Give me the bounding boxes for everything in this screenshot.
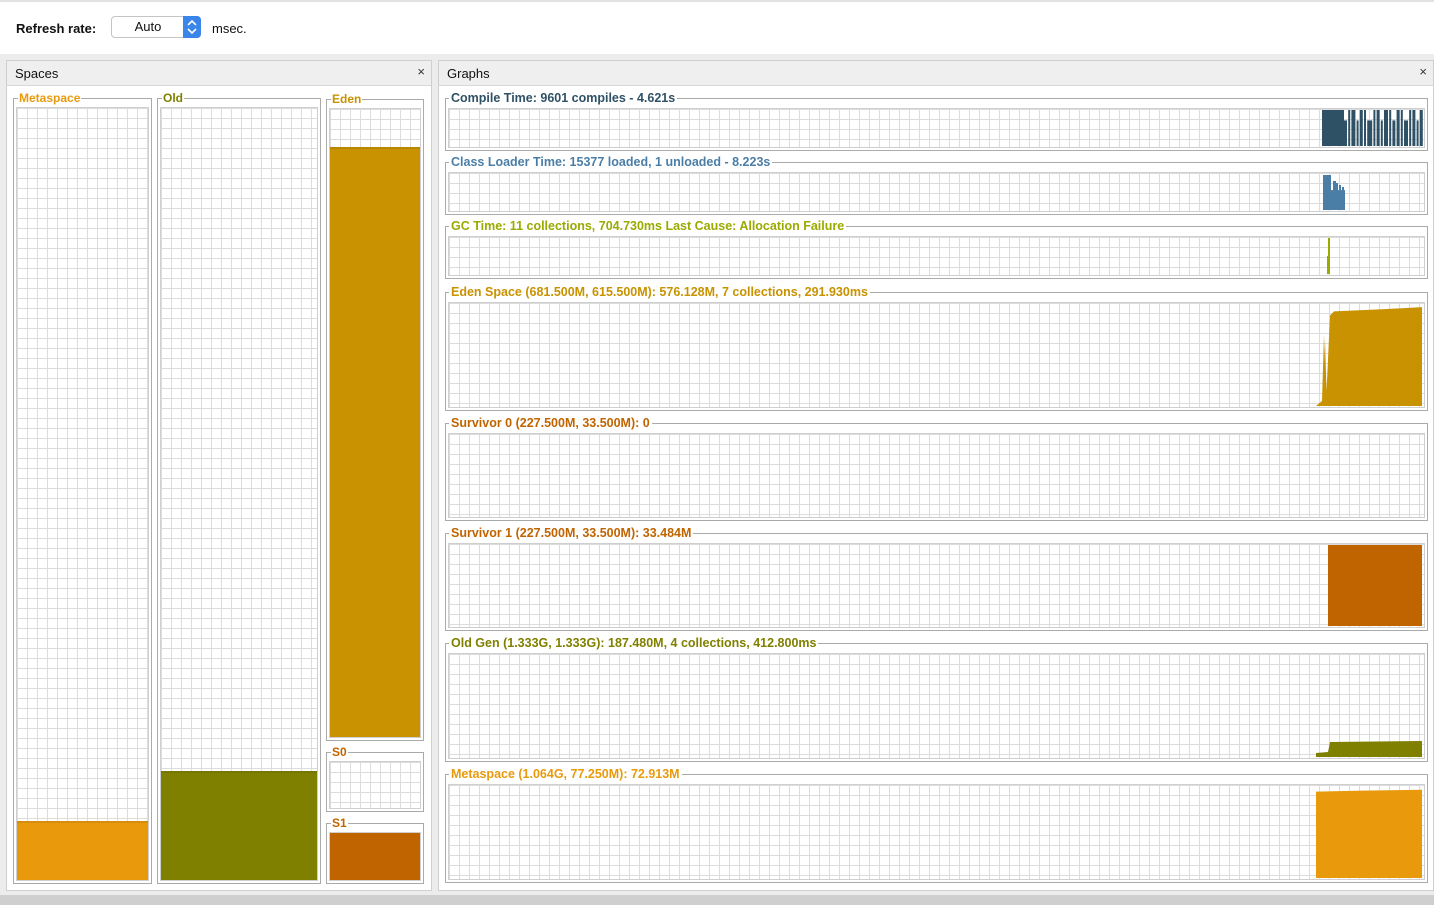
s0-space-box: S0 bbox=[326, 745, 424, 812]
series-bar bbox=[1322, 110, 1344, 146]
old-gen-label: Old Gen (1.333G, 1.333G): 187.480M, 4 co… bbox=[449, 636, 819, 650]
series-bar bbox=[1323, 190, 1345, 210]
s1-space-grid bbox=[329, 832, 421, 881]
compile-time-series bbox=[1322, 110, 1423, 146]
class-loader-time-graph: Class Loader Time: 15377 loaded, 1 unloa… bbox=[445, 155, 1428, 215]
series-bar bbox=[1419, 110, 1423, 146]
eden-space-grid bbox=[329, 108, 421, 738]
gc-time-series bbox=[1327, 238, 1330, 274]
series-bar bbox=[1356, 120, 1359, 146]
series-bar bbox=[1404, 120, 1408, 146]
eden-space-series bbox=[1316, 307, 1422, 406]
series-bar bbox=[1412, 110, 1416, 146]
status-bar bbox=[0, 895, 1434, 905]
graphs-tab-title: Graphs bbox=[447, 66, 490, 81]
eden-space-plot bbox=[448, 302, 1425, 408]
msec-unit-label: msec. bbox=[212, 21, 247, 36]
series-bar bbox=[1400, 110, 1403, 146]
survivor-1-label: Survivor 1 (227.500M, 33.500M): 33.484M bbox=[449, 526, 694, 540]
series-bar bbox=[1373, 110, 1376, 146]
refresh-rate-select[interactable]: Auto bbox=[111, 16, 201, 38]
series-bar bbox=[1359, 110, 1363, 146]
toolbar: Refresh rate: Auto msec. bbox=[0, 0, 1434, 54]
graphs-tab[interactable]: Graphs × bbox=[439, 61, 1433, 86]
old-gen-series bbox=[1316, 741, 1422, 757]
eden-space-graph-label: Eden Space (681.500M, 615.500M): 576.128… bbox=[449, 285, 870, 299]
survivor-1-plot bbox=[448, 543, 1425, 628]
s1-space-fill bbox=[330, 833, 420, 880]
survivor-1-graph: Survivor 1 (227.500M, 33.500M): 33.484M bbox=[445, 526, 1428, 631]
series-bar bbox=[1344, 120, 1347, 146]
refresh-rate-label: Refresh rate: bbox=[16, 21, 97, 36]
series-area bbox=[1316, 307, 1422, 406]
gc-time-graph: GC Time: 11 collections, 704.730ms Last … bbox=[445, 219, 1428, 279]
select-stepper-icon[interactable] bbox=[183, 16, 201, 38]
metaspace-space-box: Metaspace bbox=[13, 91, 152, 884]
survivor-1-series bbox=[1328, 545, 1422, 626]
series-area bbox=[1316, 789, 1422, 878]
series-bar bbox=[1327, 256, 1330, 274]
series-bar bbox=[1396, 110, 1400, 146]
metaspace-graph: Metaspace (1.064G, 77.250M): 72.913M bbox=[445, 767, 1428, 883]
spaces-tab-title: Spaces bbox=[15, 66, 59, 81]
series-bar bbox=[1416, 120, 1419, 146]
series-bar bbox=[1392, 120, 1396, 146]
series-bar bbox=[1364, 110, 1366, 146]
survivor-0-plot bbox=[448, 433, 1425, 518]
refresh-rate-value: Auto bbox=[134, 19, 162, 34]
compile-time-label: Compile Time: 9601 compiles - 4.621s bbox=[449, 91, 678, 105]
series-bar bbox=[1348, 110, 1351, 146]
gc-time-label: GC Time: 11 collections, 704.730ms Last … bbox=[449, 219, 847, 233]
series-bar bbox=[1351, 110, 1356, 146]
metaspace-space-fill bbox=[17, 820, 148, 880]
eden-space-label: Eden bbox=[331, 92, 363, 106]
series-bar bbox=[1409, 110, 1412, 146]
gc-time-plot bbox=[448, 236, 1425, 276]
spaces-tab[interactable]: Spaces × bbox=[7, 61, 431, 86]
close-icon[interactable]: × bbox=[417, 64, 425, 79]
s1-space-label: S1 bbox=[331, 816, 348, 830]
series-bar bbox=[1367, 120, 1373, 146]
metaspace-space-label: Metaspace bbox=[18, 91, 82, 105]
compile-time-graph: Compile Time: 9601 compiles - 4.621s bbox=[445, 91, 1428, 151]
metaspace-plot bbox=[448, 784, 1425, 880]
series-bar bbox=[1389, 110, 1392, 146]
series-area bbox=[1316, 741, 1422, 757]
old-space-fill bbox=[161, 771, 317, 880]
series-bar bbox=[1384, 110, 1388, 146]
eden-space-fill bbox=[330, 147, 420, 737]
s0-space-grid bbox=[329, 761, 421, 809]
old-gen-plot bbox=[448, 653, 1425, 759]
metaspace-space-grid bbox=[16, 107, 149, 881]
survivor-0-series bbox=[449, 434, 1424, 517]
class-loader-time-series bbox=[1323, 175, 1345, 210]
metaspace-graph-series bbox=[1316, 789, 1422, 878]
old-space-box: Old bbox=[157, 91, 321, 884]
metaspace-graph-label: Metaspace (1.064G, 77.250M): 72.913M bbox=[449, 767, 682, 781]
s1-space-box: S1 bbox=[326, 816, 424, 884]
close-icon[interactable]: × bbox=[1419, 64, 1427, 79]
compile-time-plot bbox=[448, 108, 1425, 148]
series-area bbox=[1328, 545, 1422, 626]
class-loader-time-plot bbox=[448, 172, 1425, 212]
old-gen-graph: Old Gen (1.333G, 1.333G): 187.480M, 4 co… bbox=[445, 636, 1428, 762]
series-bar bbox=[1376, 110, 1380, 146]
eden-space-graph: Eden Space (681.500M, 615.500M): 576.128… bbox=[445, 285, 1428, 411]
old-space-label: Old bbox=[162, 91, 184, 105]
series-bar bbox=[1380, 120, 1383, 146]
s0-space-label: S0 bbox=[331, 745, 348, 759]
old-space-grid bbox=[160, 107, 318, 881]
survivor-0-graph: Survivor 0 (227.500M, 33.500M): 0 bbox=[445, 416, 1428, 521]
class-loader-time-label: Class Loader Time: 15377 loaded, 1 unloa… bbox=[449, 155, 773, 169]
eden-space-box: Eden bbox=[326, 92, 424, 741]
survivor-0-label: Survivor 0 (227.500M, 33.500M): 0 bbox=[449, 416, 652, 430]
